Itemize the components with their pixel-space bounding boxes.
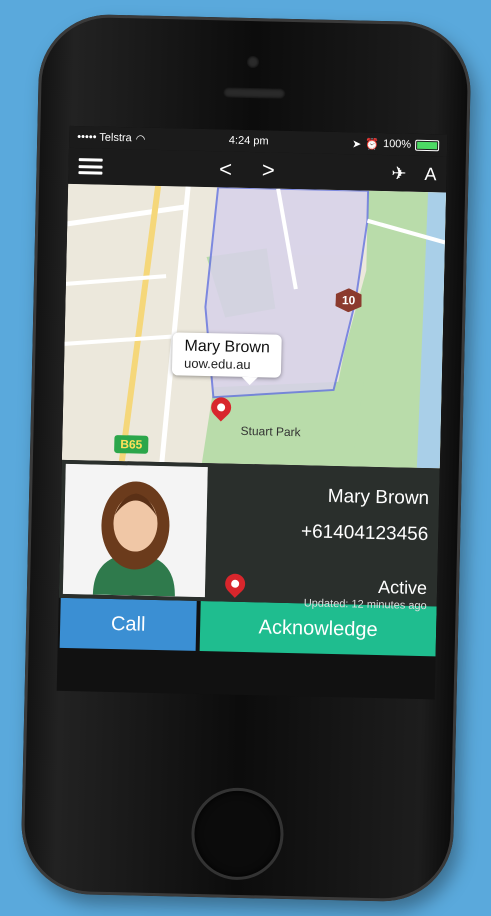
next-arrow-button[interactable]: >	[262, 157, 275, 183]
callout-name: Mary Brown	[184, 337, 271, 357]
contact-name: Mary Brown	[327, 485, 430, 510]
avatar-illustration	[62, 463, 208, 598]
battery-icon	[415, 139, 440, 151]
clock: 4:24 pm	[228, 134, 269, 148]
contact-panel: Mary Brown +61404123456 Active Updated: …	[58, 459, 440, 612]
app-screen: ••••• Telstra ◠ 4:24 pm ➤ ⏰ 100% < > ✈ A	[56, 125, 448, 700]
location-callout[interactable]: Mary Brown uow.edu.au	[171, 332, 283, 378]
battery-percent: 100%	[382, 138, 412, 151]
contact-photo	[62, 463, 208, 598]
earpiece-speaker	[223, 87, 286, 99]
park-label: Stuart Park	[240, 423, 301, 440]
map-pin-tool-icon[interactable]: ✈	[391, 163, 407, 184]
wifi-icon: ◠	[135, 132, 146, 146]
navigate-icon[interactable]: A	[424, 163, 436, 184]
route-badge: B65	[114, 435, 149, 454]
phone-device: ••••• Telstra ◠ 4:24 pm ➤ ⏰ 100% < > ✈ A	[20, 13, 472, 903]
carrier-label: ••••• Telstra	[77, 131, 132, 145]
location-arrow-icon: ➤	[351, 137, 362, 151]
map-view[interactable]: 10 B65 Mary Brown uow.edu.au Stuart Park	[61, 183, 447, 469]
callout-subtitle: uow.edu.au	[183, 355, 251, 373]
menu-icon[interactable]	[78, 158, 103, 175]
call-button[interactable]: Call	[59, 597, 197, 651]
contact-phone[interactable]: +61404123456	[301, 521, 429, 546]
front-camera	[246, 55, 260, 69]
home-button[interactable]	[190, 786, 285, 881]
contact-status: Active	[377, 577, 428, 599]
alarm-icon: ⏰	[365, 138, 380, 151]
prev-arrow-button[interactable]: <	[219, 156, 232, 182]
location-pin-icon	[221, 569, 250, 598]
